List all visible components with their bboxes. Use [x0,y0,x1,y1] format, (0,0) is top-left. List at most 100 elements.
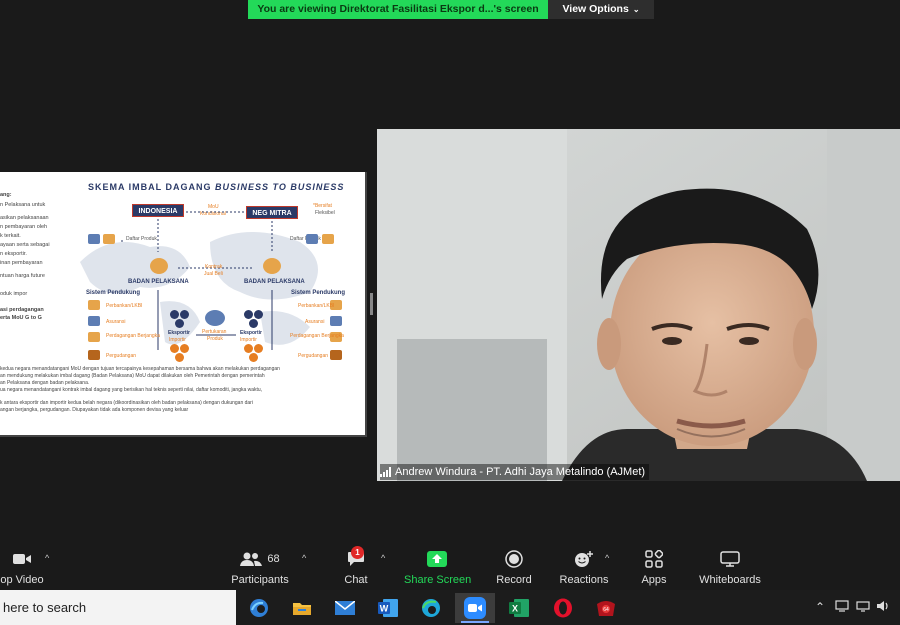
stop-video-label: op Video [0,574,44,586]
chat-unread-badge: 1 [351,546,364,559]
whiteboards-label: Whiteboards [699,574,761,586]
importer-icon [244,344,253,353]
taskbar-edge-chromium[interactable] [239,593,279,623]
svg-text:64: 64 [603,607,609,613]
participants-options-caret[interactable]: ^ [302,553,306,563]
pergudangan-right: Pergudangan [298,353,329,359]
people-group-icon [150,258,168,274]
importer-icon [180,344,189,353]
windows-taskbar: here to search W X 64 ⌃ [0,590,900,625]
taskbar-word[interactable]: W [368,593,408,623]
video-options-caret[interactable]: ^ [45,553,49,563]
left-text-line: ayaan serta sebagai [0,242,50,248]
apps-label: Apps [641,574,667,586]
exporter-icon [249,319,258,328]
left-text-line: ang: [0,192,12,198]
participants-label: Participants [231,574,289,586]
participant-name: Andrew Windura - PT. Adhi Jaya Metalindo… [395,466,646,478]
display-icon[interactable] [856,600,870,615]
participants-count: 68 [267,553,280,565]
screen-share-banner: You are viewing Direktorat Fasilitasi Ek… [248,0,654,19]
left-text-line: n Pelaksana untuk [0,202,46,208]
kontrak-label: Kontrak [205,264,223,270]
exporter-icon [254,310,263,319]
stop-video-button[interactable]: op Video [0,548,44,590]
apps-button[interactable]: Apps [636,548,672,590]
footnote-line: kedua negara menandatangani MoU dengan t… [0,366,280,372]
chat-options-caret[interactable]: ^ [381,553,385,563]
perbankan-right: Perbankan/LKBI [298,303,335,309]
taskbar-search-placeholder: here to search [3,600,87,615]
taskbar-mail[interactable] [325,593,365,623]
reactions-icon [575,551,593,567]
show-hidden-icons-chevron[interactable]: ⌃ [815,600,825,614]
exporter-icon [175,319,184,328]
share-screen-icon [427,551,447,567]
footnote-line: an Pelaksana dengan badan pelaksana. [0,380,90,386]
jual-beli-label: Jual Beli [204,271,223,277]
importir-right: Importir [240,337,257,343]
reactions-button[interactable]: Reactions [558,548,610,590]
importir-left: Importir [169,337,186,343]
participant-video-frame [377,129,900,481]
left-text-line: ntuan harga future [0,273,45,279]
perbankan-left: Perbankan/LKBI [106,303,143,309]
excel-icon: X [509,599,529,617]
document-icon [88,234,100,244]
file-explorer-icon [293,603,311,615]
reactions-options-caret[interactable]: ^ [605,553,609,563]
eksportir-left: Eksportir [168,330,190,336]
chevron-down-icon: ⌄ [632,5,640,14]
footnote-line: angan berjangka, pergudangan. Diupayakan… [0,407,189,413]
boxes-icon [322,234,334,244]
importer-icon [249,353,258,362]
insurance-icon [330,316,342,326]
left-text-line: n pembayaran oleh [0,224,48,230]
share-screen-button[interactable]: Share Screen [404,548,472,590]
taskbar-search-box[interactable]: here to search [0,590,236,625]
network-icon[interactable] [835,600,849,615]
boxes-icon [103,234,115,244]
record-button[interactable]: Record [494,548,534,590]
exporter-icon [244,310,253,319]
svg-text:X: X [512,604,518,614]
left-text-line: oduk impor [0,291,28,297]
participants-button[interactable]: 68 Participants [228,548,292,590]
footnote-line: ua negara menandatangani kontrak imbal d… [0,387,263,393]
importer-icon [175,353,184,362]
left-text-line: asikan pelaksanaan [0,215,49,221]
asuransi-right: Asuransi [305,319,325,325]
taskbar-file-explorer[interactable] [282,593,322,623]
taskbar-zoom[interactable] [455,593,495,623]
exporter-icon [170,310,179,319]
badan-pelaksana-left: BADAN PELAKSANA [128,279,189,285]
edge-chromium-icon [250,599,268,617]
footnote-line: k antara eksportir dan importir kedua be… [0,400,253,406]
video-camera-icon [13,554,31,564]
apps-icon [645,550,663,568]
bank-icon [88,300,100,310]
svg-text:W: W [380,604,389,614]
taskbar-excel[interactable]: X [499,593,539,623]
warehouse-icon [330,350,342,360]
viewing-screen-label: You are viewing Direktorat Fasilitasi Ek… [248,0,548,19]
share-screen-label: Share Screen [404,574,472,586]
footnote-line: an mendukung melakukan imbal dagang (Bad… [0,373,265,379]
taskbar-game[interactable]: 64 [586,593,626,623]
perdagangan-right: Perdagangan Berjangka [290,333,344,339]
split-resize-handle[interactable] [370,293,373,315]
volume-icon[interactable] [876,600,890,615]
taskbar-opera[interactable] [543,593,583,623]
view-options-button[interactable]: View Options ⌄ [548,0,654,19]
zoom-icon [464,597,486,619]
futures-icon [88,332,100,342]
eksportir-right: Eksportir [240,330,262,336]
taskbar-edge[interactable] [411,593,451,623]
record-icon [505,550,523,568]
sistem-pendukung-right: Sistem Pendukung [291,290,346,296]
whiteboards-button[interactable]: Whiteboards [696,548,764,590]
chat-button[interactable]: 1 Chat [340,546,372,590]
warehouse-icon [88,350,100,360]
participant-video[interactable] [377,129,900,481]
asuransi-left: Asuransi [106,319,126,325]
